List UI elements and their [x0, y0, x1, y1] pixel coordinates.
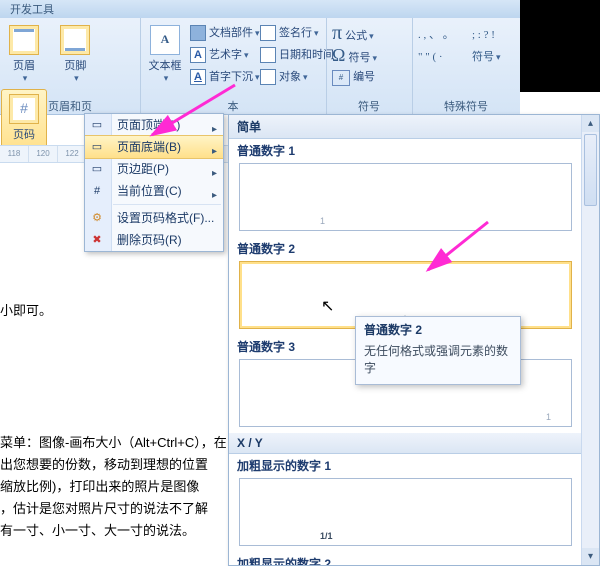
scroll-down[interactable]: ▾ [582, 548, 599, 565]
header-button[interactable]: 页眉▾ [1, 20, 47, 85]
gallery-section-simple: 简单 [229, 115, 582, 139]
gallery-item-bold1[interactable]: 1/1 [239, 478, 572, 546]
mouse-cursor-icon: ↖ [321, 296, 334, 316]
footer-button[interactable]: 页脚▾ [52, 20, 98, 85]
signature-button[interactable]: 签名行▾ [260, 22, 334, 44]
menu-page-top[interactable]: ▭页面顶端(T)▸ [85, 114, 223, 136]
tooltip-title: 普通数字 2 [364, 321, 512, 338]
title-bar: 开发工具 [0, 0, 600, 19]
gallery-scrollbar[interactable]: ▴ ▾ [581, 115, 599, 565]
ribbon: 页眉▾ 页脚▾ # 页码▾ 页眉和页 A 文本框▾ 文档部件▾ A艺术字▾ A首… [0, 18, 520, 115]
doc-paragraph: 菜单：图像-画布大小（Alt+Ctrl+C），在 出您想要的份数，移动到理想的位… [0, 432, 228, 542]
quickparts-button[interactable]: 文档部件▾ [190, 22, 260, 44]
special-symbols-more[interactable]: 符号▾ [472, 46, 501, 68]
tooltip-body: 无任何格式或强调元素的数字 [364, 342, 512, 376]
special-symbols-row2a[interactable]: " " ( · [418, 46, 454, 68]
menu-page-margins[interactable]: ▭页边距(P)▸ [85, 158, 223, 180]
wordart-button[interactable]: A艺术字▾ [190, 44, 260, 66]
equation-button[interactable]: π 公式▾ [332, 22, 377, 44]
gallery-item-1[interactable]: 1 [239, 163, 572, 231]
datetime-button[interactable]: 日期和时间 [260, 44, 334, 66]
group-caption-special: 特殊符号 [412, 98, 520, 114]
symbol-button[interactable]: Ω 符号▾ [332, 44, 377, 66]
scroll-thumb[interactable] [584, 134, 597, 206]
object-button[interactable]: 对象▾ [260, 66, 334, 88]
black-area [520, 0, 600, 92]
group-caption-text: 本 [140, 98, 326, 114]
gallery-item-1-label: 普通数字 1 [229, 139, 582, 161]
gallery-item-bold2-label: 加粗显示的数字 2 [229, 552, 582, 565]
scroll-up[interactable]: ▴ [582, 115, 599, 132]
special-symbols-row1b[interactable]: ; : ? ! [472, 24, 501, 46]
dropcap-button[interactable]: A首字下沉▾ [190, 66, 260, 88]
special-symbols-row1a[interactable]: . , 、 。 [418, 24, 454, 46]
tab-developer[interactable]: 开发工具 [0, 0, 64, 18]
tooltip: 普通数字 2 无任何格式或强调元素的数字 [355, 316, 521, 385]
textbox-button[interactable]: A 文本框▾ [142, 20, 188, 85]
gallery-item-2-label: 普通数字 2 [229, 237, 582, 259]
group-caption-headerfooter: 页眉和页 [0, 98, 140, 114]
menu-page-bottom[interactable]: ▭页面底端(B)▸ [85, 135, 223, 159]
group-caption-symbol: 符号 [326, 98, 412, 114]
document-body: 小即可。 菜单：图像-画布大小（Alt+Ctrl+C），在 出您想要的份数，移动… [0, 200, 228, 560]
numbering-button[interactable]: # 编号 [332, 66, 377, 88]
gallery-item-bold1-label: 加粗显示的数字 1 [229, 454, 582, 476]
gallery-section-xy: X / Y [229, 433, 582, 454]
menu-current-position[interactable]: #当前位置(C)▸ [85, 180, 223, 202]
